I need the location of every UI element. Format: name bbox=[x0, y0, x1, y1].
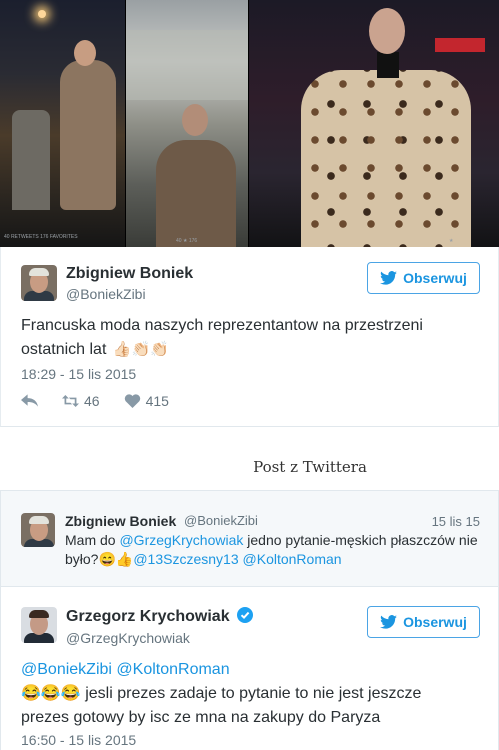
quoted-date[interactable]: 15 lis 15 bbox=[432, 514, 480, 529]
post-caption: Post z Twittera bbox=[253, 458, 367, 476]
retweet-count: 46 bbox=[84, 393, 100, 409]
smile-emoji: 😄👍 bbox=[98, 551, 134, 567]
hand-emoji: 👍🏻👏🏻👏🏻 bbox=[112, 341, 169, 358]
man-in-fur-coat bbox=[156, 140, 236, 247]
mention-link[interactable]: @KoltonRoman bbox=[243, 551, 342, 567]
quoted-text: Mam do @GrzegKrychowiak jedno pytanie-mę… bbox=[65, 531, 485, 569]
avatar[interactable] bbox=[21, 265, 57, 301]
mention-link[interactable]: @13Szczesny13 bbox=[133, 551, 238, 567]
retweet-icon bbox=[62, 395, 79, 407]
follow-label: Obserwuj bbox=[403, 270, 467, 286]
like-button[interactable]: 415 bbox=[124, 393, 169, 409]
photo-meta-mid: 40 ★ 176 bbox=[176, 238, 198, 244]
follow-button[interactable]: Obserwuj bbox=[367, 262, 480, 294]
reply-text: @BoniekZibi @KoltonRoman 😂😂😂 jesli preze… bbox=[21, 658, 461, 730]
photo-night-street[interactable]: 40 RETWEETS 176 FAVORITES bbox=[0, 0, 125, 247]
tweet-timestamp[interactable]: 18:29 - 15 lis 2015 bbox=[21, 366, 136, 382]
fountain-statues bbox=[126, 30, 248, 100]
photo-fountain[interactable]: 40 ★ 176 bbox=[126, 0, 248, 247]
stone-pillar bbox=[12, 110, 50, 210]
follow-button[interactable]: Obserwuj bbox=[367, 606, 480, 638]
reply-timestamp[interactable]: 16:50 - 15 lis 2015 bbox=[21, 732, 136, 748]
verified-badge-icon bbox=[237, 607, 254, 623]
tweet-photo-collage[interactable]: 40 RETWEETS 176 FAVORITES 40 ★ 176 ★ bbox=[0, 0, 499, 247]
embedded-reply-tweet: Zbigniew Boniek @BoniekZibi 15 lis 15 Ma… bbox=[0, 490, 499, 750]
tweet-text-line2: ostatnich lat bbox=[21, 341, 107, 358]
photo-spotted-coat[interactable]: ★ bbox=[249, 0, 499, 247]
embedded-tweet: Zbigniew Boniek @BoniekZibi Obserwuj Fra… bbox=[0, 247, 499, 427]
retweet-button[interactable]: 46 bbox=[62, 393, 100, 409]
twitter-bird-icon bbox=[380, 271, 397, 285]
street-light bbox=[38, 10, 46, 18]
man-in-coat bbox=[60, 60, 116, 210]
tweet-actions: 46 415 bbox=[21, 393, 193, 409]
man-head bbox=[74, 40, 96, 66]
heart-icon bbox=[124, 394, 140, 408]
spotted-coat bbox=[301, 70, 471, 247]
reply-button[interactable] bbox=[21, 394, 38, 408]
follow-label: Obserwuj bbox=[403, 614, 467, 630]
red-sign bbox=[435, 38, 485, 52]
author-handle[interactable]: @BoniekZibi bbox=[66, 286, 146, 302]
quoted-avatar[interactable] bbox=[21, 513, 55, 547]
man-head bbox=[182, 104, 208, 136]
reply-author-name-text: Grzegorz Krychowiak bbox=[66, 608, 230, 625]
black-turtleneck bbox=[377, 52, 399, 78]
quoted-tweet[interactable]: Zbigniew Boniek @BoniekZibi 15 lis 15 Ma… bbox=[1, 491, 498, 587]
quoted-text-prefix: Mam do bbox=[65, 532, 120, 548]
twitter-bird-icon bbox=[380, 615, 397, 629]
reply-author-name[interactable]: Grzegorz Krychowiak bbox=[66, 607, 254, 626]
photo-meta-right: ★ bbox=[449, 238, 454, 244]
reply-text-body: jesli prezes zadaje to pytanie to nie je… bbox=[21, 685, 422, 726]
tweet-text-line1: Francuska moda naszych reprezentantow na… bbox=[21, 317, 423, 334]
like-count: 415 bbox=[145, 393, 169, 409]
mention-link[interactable]: @GrzegKrychowiak bbox=[119, 532, 243, 548]
man-head bbox=[369, 8, 405, 54]
tweet-text: Francuska moda naszych reprezentantow na… bbox=[21, 314, 491, 362]
mention-link[interactable]: @KoltonRoman bbox=[116, 661, 229, 678]
author-name[interactable]: Zbigniew Boniek bbox=[66, 265, 193, 283]
laughing-emoji: 😂😂😂 bbox=[21, 685, 81, 702]
reply-icon bbox=[21, 394, 38, 407]
photo-meta-left: 40 RETWEETS 176 FAVORITES bbox=[4, 234, 78, 240]
mention-link[interactable]: @BoniekZibi bbox=[21, 661, 112, 678]
reply-avatar[interactable] bbox=[21, 607, 57, 643]
quoted-author-name[interactable]: Zbigniew Boniek bbox=[65, 513, 176, 529]
quoted-author-handle[interactable]: @BoniekZibi bbox=[184, 513, 258, 528]
reply-author-handle[interactable]: @GrzegKrychowiak bbox=[66, 630, 190, 646]
